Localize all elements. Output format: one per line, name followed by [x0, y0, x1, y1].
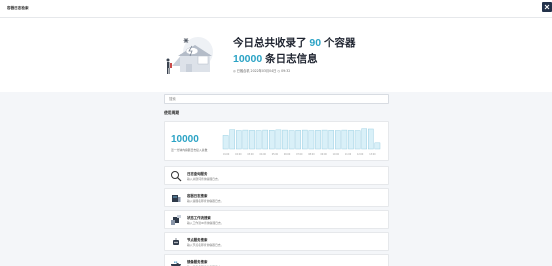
chart-bar-12:00 — [295, 130, 301, 150]
usage-bar-chart: 01:00 02:00 03:00 04:00 05:00 06:00 07:00 08:00… — [222, 128, 381, 156]
tool-title: 镜像服务搜索 — [187, 260, 208, 264]
container-count: 90 — [309, 37, 322, 49]
chart-bar-11:00 — [288, 130, 295, 150]
chart-bar-02:00 — [229, 129, 236, 150]
search-placeholder: 搜索 — [169, 97, 176, 101]
tool-description: 输入工作流ID查询容器日志。 — [187, 221, 224, 225]
magnifier-icon — [171, 171, 182, 182]
chart-bar-15:00 — [315, 130, 321, 150]
chart-tick-label: 05:00 — [272, 153, 279, 156]
usage-chart-card: 10000 近一分钟内容器日志接入总数 01:00 02:00 03:00 04:00… — [164, 121, 389, 161]
log-count-headline: 10000 条日志信息 — [233, 51, 318, 66]
chart-tick-label: 06:00 — [284, 153, 291, 156]
top-bar: 容器日志检索 — [0, 0, 552, 18]
chart-bar-24:00 — [374, 142, 381, 150]
chart-bar-17:00 — [328, 130, 334, 150]
tool-description: 输入节点名称查询容器日志。 — [187, 243, 224, 247]
chart-tick-label: 10:00 — [333, 153, 340, 156]
chart-bar-08:00 — [269, 130, 275, 150]
close-button[interactable] — [542, 2, 552, 12]
tool-card[interactable]: 节点服务搜索 输入节点名称查询容器日志。 — [164, 232, 389, 251]
chart-tick-label: 01:00 — [223, 153, 230, 156]
log-count: 10000 — [233, 53, 263, 65]
tool-title: 日志查询服务 — [187, 172, 208, 176]
section-label: 使用周期 — [164, 110, 180, 115]
tool-list: 日志查询服务 输入关键词查询容器日志。 容器日志搜索 输入容器名称查询容器日志。 状态工… — [164, 166, 389, 266]
hero-meta: ◎ 已融合机 2022年03月04日 ◷ 09:32 — [233, 69, 291, 73]
chart-tick-label: 12:00 — [357, 153, 364, 156]
chart-bar-21:00 — [354, 130, 361, 150]
chart-bar-04:00 — [242, 129, 249, 150]
chart-bar-23:00 — [367, 128, 374, 150]
chart-tick-label: 07:00 — [296, 153, 303, 156]
headline-prefix: 今日总共收录了 — [233, 37, 307, 49]
chart-bar-13:00 — [301, 129, 308, 150]
chart-bar-22:00 — [361, 128, 368, 150]
stats-caption: 近一分钟内容器日志接入总数 — [171, 148, 208, 152]
tool-title: 节点服务搜索 — [187, 238, 208, 242]
chart-bar-07:00 — [262, 129, 268, 150]
chart-bar-16:00 — [321, 129, 328, 150]
tool-title: 状态工作流搜索 — [187, 216, 211, 220]
chart-bar-06:00 — [255, 130, 262, 150]
tool-card[interactable]: 容器日志搜索 输入容器名称查询容器日志。 — [164, 188, 389, 207]
chart-tick-label: 03:00 — [247, 153, 254, 156]
container-count-headline: 今日总共收录了 90 个容器 — [233, 35, 356, 50]
chart-tick-label: 02:00 — [235, 153, 242, 156]
hero-illustration — [166, 37, 213, 74]
chart-bar-09:00 — [275, 129, 282, 150]
chart-bar-20:00 — [348, 130, 354, 150]
chart-bar-05:00 — [249, 130, 255, 150]
chart-tick-label: 09:00 — [320, 153, 327, 156]
app-title: 容器日志检索 — [7, 6, 29, 10]
whale-icon — [171, 261, 181, 266]
tool-card[interactable]: 状态工作流搜索 输入工作流ID查询容器日志。 — [164, 210, 389, 229]
log-count-suffix: 条日志信息 — [265, 53, 318, 65]
tool-card[interactable]: 日志查询服务 输入关键词查询容器日志。 — [164, 166, 389, 185]
robot-icon — [173, 238, 179, 245]
chart-bar-18:00 — [334, 130, 341, 150]
chart-bar-19:00 — [341, 129, 348, 150]
chart-bar-10:00 — [282, 129, 288, 150]
close-icon — [544, 4, 550, 10]
chart-bar-14:00 — [308, 130, 315, 150]
chart-tick-label: 08:00 — [308, 153, 315, 156]
chart-tick-label: 11:00 — [345, 153, 352, 156]
tool-title: 容器日志搜索 — [187, 194, 208, 198]
stack-icon — [171, 215, 181, 225]
chart-tick-label: 13:00 — [369, 153, 376, 156]
chart-bar-01:00 — [222, 135, 229, 150]
tool-card[interactable]: 镜像服务搜索输入镜像名称查询容器日志。 — [164, 254, 389, 266]
container-icon — [172, 195, 181, 202]
headline-suffix: 个容器 — [324, 37, 356, 49]
tool-description: 输入容器名称查询容器日志。 — [187, 199, 224, 203]
search-input[interactable]: 搜索 — [164, 94, 389, 104]
chart-bar-03:00 — [235, 130, 242, 150]
chart-tick-label: 04:00 — [260, 153, 267, 156]
stats-total: 10000 — [171, 134, 199, 145]
hero-banner: 今日总共收录了 90 个容器 10000 条日志信息 ◎ 已融合机 2022年0… — [0, 18, 552, 92]
tool-description: 输入关键词查询容器日志。 — [187, 177, 221, 181]
